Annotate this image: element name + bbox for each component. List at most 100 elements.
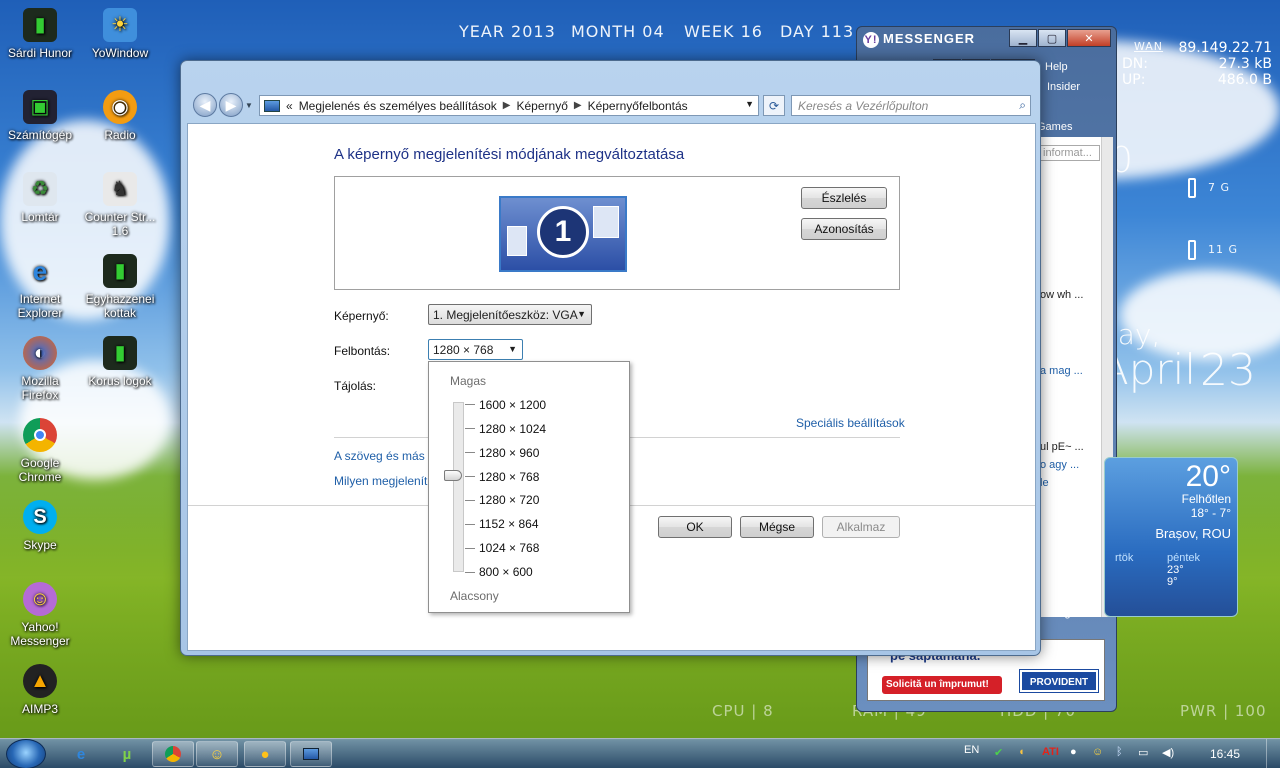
tray-ati-icon[interactable]: ATI bbox=[1042, 746, 1059, 758]
forward-button[interactable]: ▶ bbox=[219, 93, 243, 117]
taskbar-chrome[interactable] bbox=[152, 741, 194, 767]
breadcrumb-display[interactable]: Képernyő bbox=[517, 99, 568, 113]
taskbar-messenger[interactable]: ☺ bbox=[196, 741, 238, 767]
storage-1: 7 G bbox=[1188, 178, 1230, 198]
taskbar-control-panel[interactable] bbox=[290, 741, 332, 767]
weather-location: Brașov, ROU bbox=[1155, 526, 1231, 541]
taskbar-utorrent[interactable]: µ bbox=[106, 741, 148, 767]
desktop-icon-aimp3[interactable]: ▲ AIMP3 bbox=[2, 664, 78, 716]
desktop-icon-sardi-hunor[interactable]: ▮ Sárdi Hunor bbox=[2, 8, 78, 60]
slider-tick bbox=[465, 572, 475, 573]
address-dropdown-icon[interactable]: ▼ bbox=[745, 99, 754, 109]
display-select[interactable]: 1. Megjelenítőeszköz: VGA ▼ bbox=[428, 304, 592, 325]
breadcrumb-resolution[interactable]: Képernyőfelbontás bbox=[588, 99, 688, 113]
breadcrumb-appearance[interactable]: Megjelenés és személyes beállítások bbox=[299, 99, 497, 113]
search-icon[interactable]: ⌕ bbox=[1019, 98, 1026, 113]
ok-button[interactable]: OK bbox=[658, 516, 732, 538]
resolution-option[interactable]: 1280 × 960 bbox=[479, 446, 539, 460]
back-button[interactable]: ◀ bbox=[193, 93, 217, 117]
feed-item[interactable]: ow wh ... bbox=[1040, 289, 1083, 301]
breadcrumb-overflow[interactable]: « bbox=[286, 99, 293, 113]
desktop-icon-chrome[interactable]: Google Chrome bbox=[2, 418, 78, 484]
text-size-link[interactable]: A szöveg és más e bbox=[334, 449, 435, 463]
forecast-day-2: péntek 23° 9° bbox=[1167, 552, 1200, 588]
desktop-icon-skype[interactable]: S Skype bbox=[2, 500, 78, 552]
refresh-button[interactable]: ⟳ bbox=[763, 95, 785, 116]
desktop-icon-internet-explorer[interactable]: e Internet Explorer bbox=[2, 254, 78, 320]
resolution-slider-popup[interactable]: Magas 1600 × 1200 1280 × 1024 1280 × 960… bbox=[428, 361, 630, 613]
tray-bluetooth-icon[interactable]: ᛒ bbox=[1116, 746, 1123, 758]
ad-cta-button[interactable]: Solicită un împrumut! bbox=[882, 676, 1002, 694]
feed-item[interactable]: le bbox=[1040, 477, 1049, 489]
desktop-icon-counter-strike[interactable]: ♞ Counter Str... 1.6 bbox=[82, 172, 158, 238]
close-button[interactable]: ✕ bbox=[1067, 29, 1111, 47]
tray-messenger-icon[interactable]: ☺ bbox=[1092, 746, 1103, 758]
language-indicator[interactable]: EN bbox=[964, 744, 979, 756]
resolution-option[interactable]: 1280 × 720 bbox=[479, 493, 539, 507]
resolution-option[interactable]: 1024 × 768 bbox=[479, 541, 539, 555]
apply-button[interactable]: Alkalmaz bbox=[822, 516, 900, 538]
resolution-option[interactable]: 800 × 600 bbox=[479, 565, 533, 579]
up-value: 486.0 B bbox=[1217, 72, 1272, 88]
cancel-button[interactable]: Mégse bbox=[740, 516, 814, 538]
desktop-icon-firefox[interactable]: ◐ Mozilla Firefox bbox=[2, 336, 78, 402]
help-menu[interactable]: Help bbox=[1045, 61, 1068, 73]
resolution-select[interactable]: 1280 × 768 ▼ bbox=[428, 339, 523, 360]
yahoo-messenger-icon: ☺ bbox=[23, 582, 57, 616]
monitor-1-preview[interactable]: 1 bbox=[499, 196, 627, 272]
messenger-window-controls: ▁ ▢ ✕ bbox=[1009, 29, 1111, 47]
minimize-button[interactable]: ▁ bbox=[1009, 29, 1037, 47]
chevron-down-icon: ▼ bbox=[577, 309, 586, 319]
desktop-icon-egyhazzenei[interactable]: ▮ Egyhazzenei kottak bbox=[82, 254, 158, 320]
insider-tab[interactable]: Insider bbox=[1047, 81, 1080, 93]
plugins-label[interactable]: ld Plug-ins bbox=[1037, 607, 1088, 619]
desktop-icon-yahoo-messenger[interactable]: ☺ Yahoo! Messenger bbox=[2, 582, 78, 648]
big-date-number: 23 bbox=[1200, 345, 1256, 396]
detect-button[interactable]: Észlelés bbox=[801, 187, 887, 209]
desktop-icon-yowindow[interactable]: ☀ YoWindow bbox=[82, 8, 158, 60]
games-tab[interactable]: Games bbox=[1037, 121, 1072, 133]
desktop-icon-recycle-bin[interactable]: ♻ Lomtár bbox=[2, 172, 78, 224]
messenger-title: Y! MESSENGER bbox=[863, 31, 976, 48]
advanced-settings-link[interactable]: Speciális beállítások bbox=[796, 416, 905, 430]
resolution-option[interactable]: 1280 × 1024 bbox=[479, 422, 546, 436]
chrome-icon bbox=[23, 418, 57, 452]
desktop-icon-computer[interactable]: ▣ Számítógép bbox=[2, 90, 78, 142]
network-readout: 89.149.22.71 DN: 27.3 kB UP: 486.0 B bbox=[1122, 40, 1272, 88]
taskbar-yowindow[interactable]: ● bbox=[244, 741, 286, 767]
sun-icon: ☀ bbox=[103, 8, 137, 42]
resolution-slider-thumb[interactable] bbox=[444, 470, 462, 481]
feed-item[interactable]: o agy ... bbox=[1040, 459, 1079, 471]
messenger-feed[interactable]: informat... ow wh ... a mag ... ul pE~ .… bbox=[1035, 137, 1113, 617]
identify-button[interactable]: Azonosítás bbox=[801, 218, 887, 240]
desktop-icon-radio[interactable]: ◉ Radio bbox=[82, 90, 158, 142]
tray-update-icon[interactable]: ✔ bbox=[994, 746, 1003, 759]
feed-item[interactable]: a mag ... bbox=[1040, 365, 1083, 377]
feed-item[interactable]: ul pE~ ... bbox=[1040, 441, 1084, 453]
address-bar[interactable]: « Megjelenés és személyes beállítások ▶ … bbox=[259, 95, 759, 116]
resolution-option[interactable]: 1152 × 864 bbox=[479, 517, 539, 531]
weather-gadget[interactable]: 20° Felhőtlen 18° - 7° Brașov, ROU rtök … bbox=[1104, 457, 1238, 617]
tray-drop-icon[interactable]: ● bbox=[1070, 746, 1077, 758]
yahoo-logo-icon: Y! bbox=[863, 32, 879, 48]
maximize-button[interactable]: ▢ bbox=[1038, 29, 1066, 47]
search-input[interactable]: Keresés a Vezérlőpulton ⌕ bbox=[791, 95, 1031, 116]
rainmeter-day: DAY 113 bbox=[780, 22, 855, 41]
clock[interactable]: 16:45 bbox=[1210, 747, 1240, 761]
taskbar-ie[interactable]: e bbox=[60, 741, 102, 767]
info-field[interactable]: informat... bbox=[1040, 145, 1100, 161]
history-dropdown-icon[interactable]: ▼ bbox=[245, 101, 253, 110]
desktop-icon-korus-logok[interactable]: ▮ Korus logok bbox=[82, 336, 158, 388]
which-settings-link[interactable]: Milyen megjelenít bbox=[334, 474, 427, 488]
start-button[interactable] bbox=[6, 739, 46, 768]
ad-brand-logo: PROVIDENT bbox=[1019, 669, 1099, 693]
resolution-slider-track[interactable] bbox=[453, 402, 464, 572]
show-desktop-button[interactable] bbox=[1266, 739, 1280, 768]
tray-network-icon[interactable]: ▭ bbox=[1138, 746, 1148, 759]
breadcrumb-separator-icon[interactable]: ▶ bbox=[503, 100, 511, 111]
resolution-option[interactable]: 1600 × 1200 bbox=[479, 398, 546, 412]
resolution-option-selected[interactable]: 1280 × 768 bbox=[479, 470, 539, 484]
tray-volume-mixer-icon[interactable]: ◖ bbox=[1018, 746, 1025, 758]
tray-volume-icon[interactable]: ◀) bbox=[1162, 746, 1174, 759]
breadcrumb-separator-icon[interactable]: ▶ bbox=[574, 100, 582, 111]
